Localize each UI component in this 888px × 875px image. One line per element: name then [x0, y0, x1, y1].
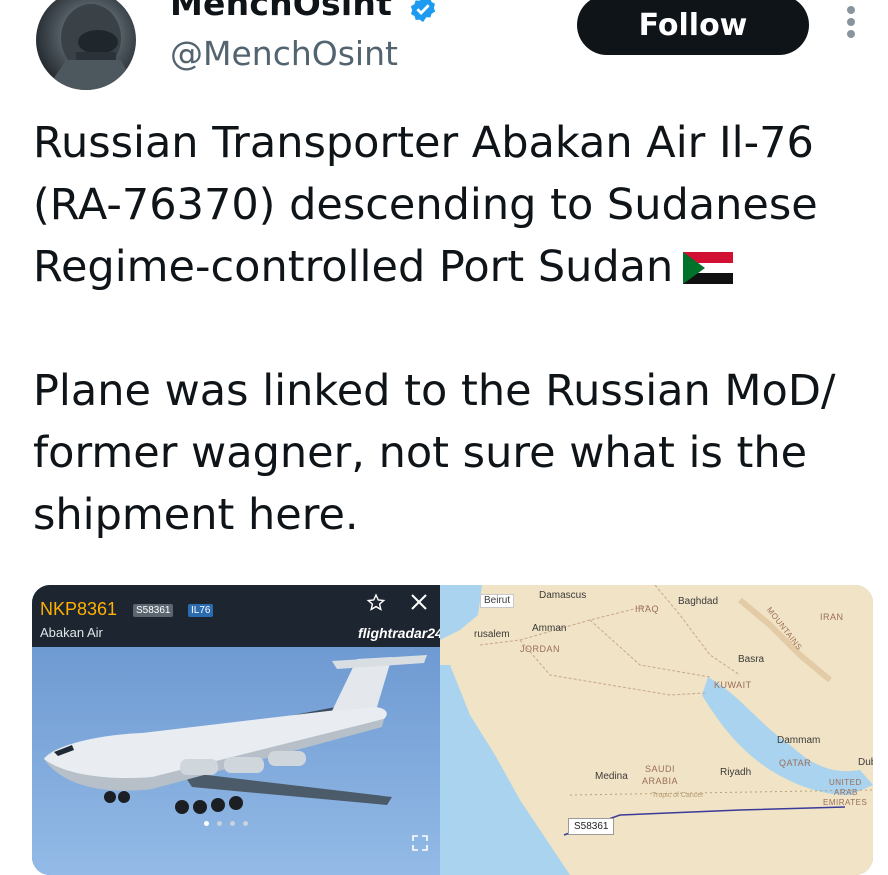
flight-map[interactable]: Beirut Damascus rusalem Amman JORDAN IRA… [440, 585, 873, 875]
map-label-kuwait: KUWAIT [714, 680, 752, 690]
carousel-dot-2[interactable] [217, 821, 222, 826]
il76-aircraft-image [32, 647, 440, 875]
map-label-dubai: Dubai [858, 757, 873, 768]
map-label-uae-2: ARAB [834, 788, 858, 797]
sudan-flag-icon [683, 252, 734, 284]
follow-button[interactable]: Follow [577, 0, 809, 55]
map-label-dammam: Dammam [777, 735, 821, 746]
aircraft-photo[interactable]: NKP8361 S58361 IL76 Abakan Air flightrad… [32, 585, 443, 875]
map-label-qatar: QATAR [779, 758, 812, 768]
map-label-riyadh: Riyadh [720, 767, 752, 778]
more-vertical-icon[interactable] [845, 6, 857, 42]
aircraft-type-badge: IL76 [188, 604, 214, 617]
map-label-beirut: Beirut [480, 594, 515, 608]
tweet-text: Russian Transporter Abakan Air Il-76 (RA… [33, 112, 863, 546]
carousel-dot-3[interactable] [230, 821, 235, 826]
map-label-baghdad: Baghdad [678, 596, 719, 607]
display-name[interactable]: MenchOsint [170, 0, 392, 23]
flight-callsign: NKP8361 [40, 599, 118, 619]
expand-icon[interactable] [410, 833, 430, 853]
media-card[interactable]: NKP8361 S58361 IL76 Abakan Air flightrad… [32, 585, 873, 875]
carousel-dot-1[interactable] [204, 821, 209, 826]
map-label-saudi-2: ARABIA [642, 776, 679, 786]
tweet-paragraph-2: Plane was linked to the Russian MoD/ for… [33, 366, 836, 540]
map-label-basra: Basra [738, 654, 765, 665]
map-label-tropic: Tropic of Cancer [652, 792, 704, 799]
avatar-image [46, 4, 136, 90]
carousel-dot-4[interactable] [243, 821, 248, 826]
tweet-paragraph-1: Russian Transporter Abakan Air Il-76 (RA… [33, 112, 863, 298]
user-handle[interactable]: @MenchOsint [170, 34, 398, 73]
map-label-uae-3: EMIRATES [823, 798, 868, 807]
carousel-indicator [204, 821, 248, 826]
star-icon[interactable] [366, 593, 386, 613]
map-label-saudi-1: SAUDI [645, 764, 676, 774]
map-label-iran: IRAN [820, 612, 844, 622]
map-label-jerusalem: rusalem [474, 629, 510, 640]
map-label-medina: Medina [595, 771, 628, 782]
map-label-iraq: IRAQ [635, 604, 660, 614]
flightradar24-logo: flightradar24 [358, 625, 443, 641]
map-label-damascus: Damascus [539, 590, 587, 601]
verified-badge-icon [410, 0, 436, 23]
registration-badge: S58361 [133, 604, 174, 617]
map-label-jordan: JORDAN [520, 644, 561, 654]
map-label-amman: Amman [532, 623, 567, 634]
flight-info-header: NKP8361 S58361 IL76 Abakan Air flightrad… [32, 585, 443, 647]
airline-name: Abakan Air [40, 625, 103, 640]
map-label-uae-1: UNITED [829, 778, 862, 787]
flight-tag[interactable]: S58361 [568, 818, 615, 835]
avatar[interactable] [36, 0, 136, 90]
close-icon[interactable] [409, 592, 429, 612]
